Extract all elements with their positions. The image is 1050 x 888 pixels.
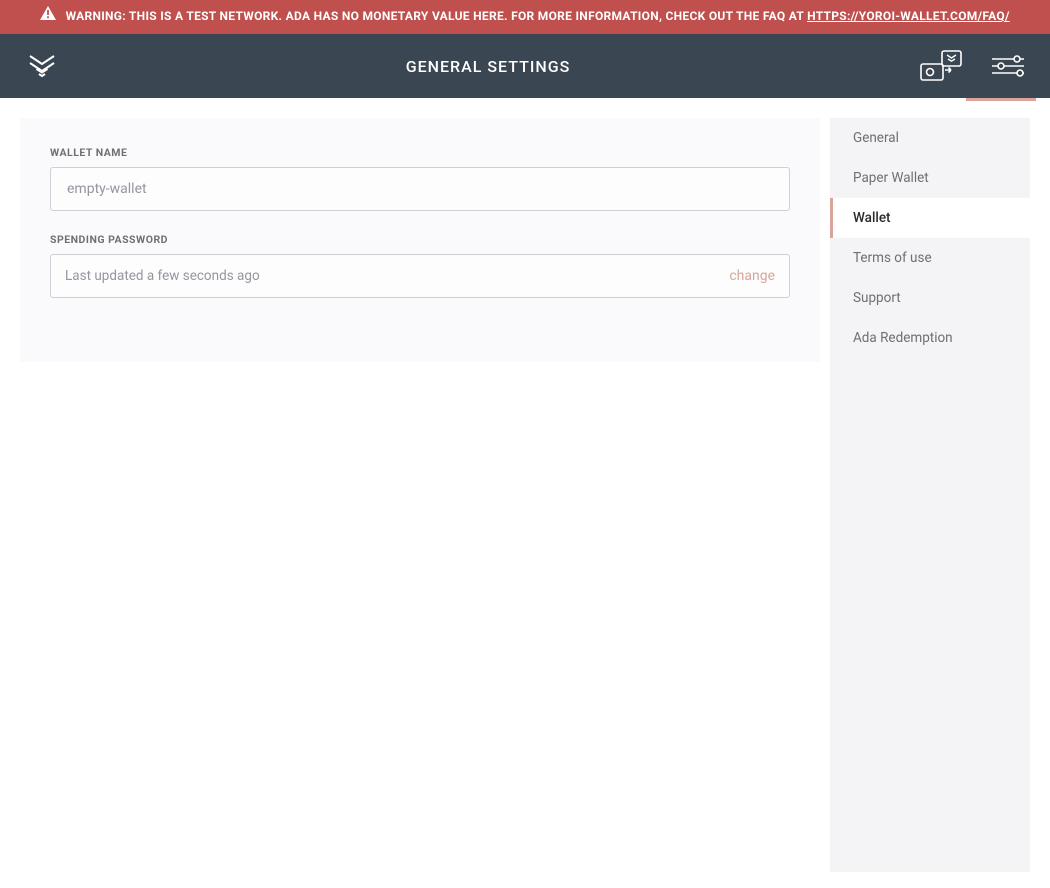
sidebar-item-wallet[interactable]: Wallet — [830, 198, 1030, 238]
sidebar-item-support[interactable]: Support — [830, 278, 1030, 318]
spending-password-label: SPENDING PASSWORD — [50, 233, 790, 246]
spending-password-status: Last updated a few seconds ago — [65, 268, 260, 284]
testnet-warning-banner: WARNING: THIS IS A TEST NETWORK. ADA HAS… — [0, 0, 1050, 34]
wallet-name-field: WALLET NAME — [50, 146, 790, 211]
sidebar-item-label: Support — [853, 290, 901, 306]
page-title: GENERAL SETTINGS — [58, 57, 918, 76]
wallet-name-box — [50, 167, 790, 211]
sidebar-item-ada-redemption[interactable]: Ada Redemption — [830, 318, 1030, 358]
active-nav-indicator — [966, 98, 1036, 101]
sidebar-item-label: General — [853, 130, 899, 146]
wallet-name-label: WALLET NAME — [50, 146, 790, 159]
app-header: GENERAL SETTINGS — [0, 34, 1050, 98]
warning-icon — [40, 6, 56, 25]
sidebar-item-paper-wallet[interactable]: Paper Wallet — [830, 158, 1030, 198]
sidebar-item-label: Ada Redemption — [853, 330, 953, 346]
settings-sidebar: General Paper Wallet Wallet Terms of use… — [830, 118, 1030, 872]
logo-icon[interactable] — [26, 50, 58, 82]
change-password-link[interactable]: change — [729, 268, 775, 284]
sidebar-item-label: Terms of use — [853, 250, 932, 266]
sidebar-item-terms-of-use[interactable]: Terms of use — [830, 238, 1030, 278]
sidebar-item-label: Wallet — [853, 210, 891, 226]
wallet-name-input[interactable] — [65, 180, 775, 198]
sidebar-item-label: Paper Wallet — [853, 170, 929, 186]
warning-faq-link[interactable]: HTTPS://YOROI-WALLET.COM/FAQ/ — [807, 9, 1010, 23]
sidebar-item-general[interactable]: General — [830, 118, 1030, 158]
sliders-icon[interactable] — [992, 54, 1024, 78]
warning-text: WARNING: THIS IS A TEST NETWORK. ADA HAS… — [66, 9, 808, 23]
wallet-settings-panel: WALLET NAME SPENDING PASSWORD Last updat… — [20, 118, 820, 362]
wallet-transfer-icon[interactable] — [918, 48, 964, 84]
spending-password-box: Last updated a few seconds ago change — [50, 254, 790, 298]
spending-password-field: SPENDING PASSWORD Last updated a few sec… — [50, 233, 790, 298]
